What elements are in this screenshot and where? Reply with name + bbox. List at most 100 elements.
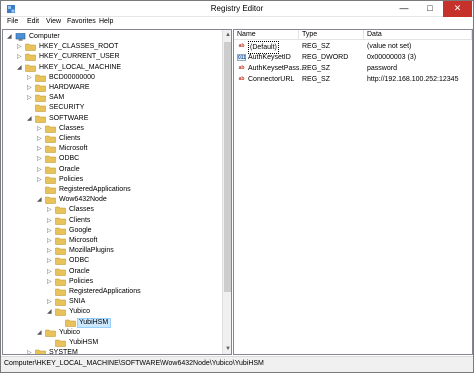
menu-favorites[interactable]: Favorites (67, 18, 96, 25)
tree-item[interactable]: YubiHSM (3, 317, 221, 328)
expand-arrow-icon[interactable]: ▷ (37, 175, 44, 185)
expand-arrow-icon[interactable]: ▷ (47, 267, 54, 277)
expand-arrow-icon[interactable]: ▷ (17, 52, 24, 62)
expand-arrow-icon[interactable]: ▷ (47, 226, 54, 236)
expand-arrow-icon[interactable]: ▷ (37, 124, 44, 134)
value-row[interactable]: ab AuthKeysetPass... REG_SZ password (234, 63, 472, 74)
value-row[interactable]: ab ConnectorURL REG_SZ http://192.168.100.2… (234, 74, 472, 85)
tree-item[interactable]: ▷ ODBC (3, 154, 221, 164)
key-tree-pane[interactable]: ◢ Computer ▷ HKEY_CLASSES_ROOT ▷ HKEY_CURRENT… (2, 29, 232, 355)
tree-item[interactable]: ▷ HARDWARE (3, 83, 221, 93)
column-header-name[interactable]: Name (234, 30, 299, 40)
tree-item[interactable]: RegisteredApplications (3, 287, 221, 297)
expand-arrow-icon[interactable]: ▷ (17, 42, 24, 52)
tree-item[interactable]: ◢ Wow6432Node (3, 195, 221, 205)
collapse-arrow-icon[interactable]: ◢ (27, 114, 34, 124)
tree-item[interactable]: ▷ Policies (3, 277, 221, 287)
tree-item[interactable]: ◢ Yubico (3, 328, 221, 338)
folder-icon (25, 43, 36, 51)
tree-item[interactable]: ▷ SYSTEM (3, 348, 221, 354)
tree-item-label: SECURITY (49, 104, 85, 112)
expand-arrow-icon[interactable]: ▷ (27, 83, 34, 93)
tree-item[interactable]: ▷ Clients (3, 134, 221, 144)
tree-item[interactable]: ▷ Classes (3, 205, 221, 215)
string-value-icon: ab (238, 65, 245, 71)
tree-item-label: Computer (29, 33, 60, 40)
tree-item[interactable]: ▷ Policies (3, 175, 221, 185)
tree-item[interactable]: ▷ Microsoft (3, 236, 221, 246)
folder-icon (55, 268, 66, 276)
maximize-button[interactable]: □ (417, 1, 443, 17)
expand-arrow-icon[interactable]: ▷ (37, 144, 44, 154)
tree-item[interactable]: ▷ ODBC (3, 256, 221, 266)
tree-item-label: Oracle (59, 165, 80, 173)
string-value-icon: ab (238, 43, 245, 49)
minimize-button[interactable]: — (391, 1, 417, 17)
expand-arrow-icon[interactable]: ▷ (47, 236, 54, 246)
column-header-data[interactable]: Data (364, 30, 472, 40)
expand-arrow-icon[interactable]: ▷ (47, 297, 54, 307)
scroll-up-arrow-icon[interactable]: ▲ (223, 30, 231, 40)
tree-item[interactable]: ▷ Google (3, 226, 221, 236)
tree-item-label: Classes (59, 124, 84, 132)
tree-item-label: Policies (59, 175, 84, 183)
menu-view[interactable]: View (46, 18, 61, 25)
expand-arrow-icon[interactable]: ▷ (47, 256, 54, 266)
expand-arrow-icon[interactable]: ▷ (37, 134, 44, 144)
folder-icon (45, 176, 56, 184)
tree-item[interactable]: ▷ HKEY_CLASSES_ROOT (3, 42, 221, 52)
close-button[interactable]: ✕ (443, 1, 472, 17)
expand-arrow-icon[interactable]: ▷ (27, 93, 34, 103)
value-row[interactable]: ab (Default) REG_SZ (value not set) (234, 41, 472, 54)
tree-item[interactable]: ▷ Oracle (3, 267, 221, 277)
tree-item[interactable]: ▷ HKEY_CURRENT_USER (3, 52, 221, 62)
expand-arrow-icon[interactable]: ▷ (47, 216, 54, 226)
tree-item[interactable]: ▷ Microsoft (3, 144, 221, 154)
tree-item[interactable]: ▷ MozillaPlugins (3, 246, 221, 256)
tree-item[interactable]: ◢ Computer (3, 32, 221, 42)
menu-edit[interactable]: Edit (27, 18, 39, 25)
tree-item[interactable]: ▷ Clients (3, 216, 221, 226)
expand-arrow-icon[interactable]: ▷ (47, 246, 54, 256)
folder-icon (55, 258, 66, 266)
value-data: password (367, 65, 397, 72)
values-pane[interactable]: Name Type Data ab (Default) REG_SZ (value n… (233, 29, 473, 355)
folder-icon (55, 237, 66, 245)
value-row[interactable]: 011 AuthKeysetID REG_DWORD 0x00000003 (3) (234, 52, 472, 63)
title-bar[interactable]: Registry Editor — □ ✕ (1, 1, 473, 17)
folder-icon (45, 135, 56, 143)
tree-item[interactable]: ▷ Oracle (3, 165, 221, 175)
expand-arrow-icon[interactable]: ▷ (37, 154, 44, 164)
tree-item[interactable]: SECURITY (3, 103, 221, 113)
tree-item[interactable]: ▷ SAM (3, 93, 221, 103)
collapse-arrow-icon[interactable]: ◢ (7, 32, 14, 42)
tree-item[interactable]: YubiHSM (3, 338, 221, 348)
scrollbar-thumb[interactable] (224, 42, 231, 292)
column-header-type[interactable]: Type (299, 30, 364, 40)
expand-arrow-icon[interactable]: ▷ (47, 205, 54, 215)
tree-item[interactable]: ◢ SOFTWARE (3, 114, 221, 124)
folder-icon (55, 207, 66, 215)
expand-arrow-icon[interactable]: ▷ (37, 165, 44, 175)
expand-arrow-icon[interactable]: ▷ (27, 348, 34, 354)
tree-item-label: MozillaPlugins (69, 247, 114, 255)
tree-item-label: HKEY_CLASSES_ROOT (39, 43, 119, 51)
tree-item[interactable]: ▷ BCD00000000 (3, 73, 221, 83)
collapse-arrow-icon[interactable]: ◢ (37, 195, 44, 205)
tree-item[interactable]: ◢ HKEY_LOCAL_MACHINE (3, 63, 221, 73)
tree-vertical-scrollbar[interactable]: ▲ ▼ (222, 30, 231, 354)
tree-item[interactable]: ◢ Yubico (3, 307, 221, 317)
expand-arrow-icon[interactable]: ▷ (47, 277, 54, 287)
menu-file[interactable]: File (7, 18, 18, 25)
tree-item-label: Classes (69, 206, 94, 214)
collapse-arrow-icon[interactable]: ◢ (37, 328, 44, 338)
tree-item[interactable]: ▷ SNIA (3, 297, 221, 307)
scroll-down-arrow-icon[interactable]: ▼ (223, 344, 231, 354)
tree-item[interactable]: ▷ Classes (3, 124, 221, 134)
tree-item[interactable]: RegisteredApplications (3, 185, 221, 195)
tree-item-label: Oracle (69, 267, 90, 275)
collapse-arrow-icon[interactable]: ◢ (17, 63, 24, 73)
menu-help[interactable]: Help (99, 18, 113, 25)
expand-arrow-icon[interactable]: ▷ (27, 73, 34, 83)
collapse-arrow-icon[interactable]: ◢ (47, 307, 54, 317)
